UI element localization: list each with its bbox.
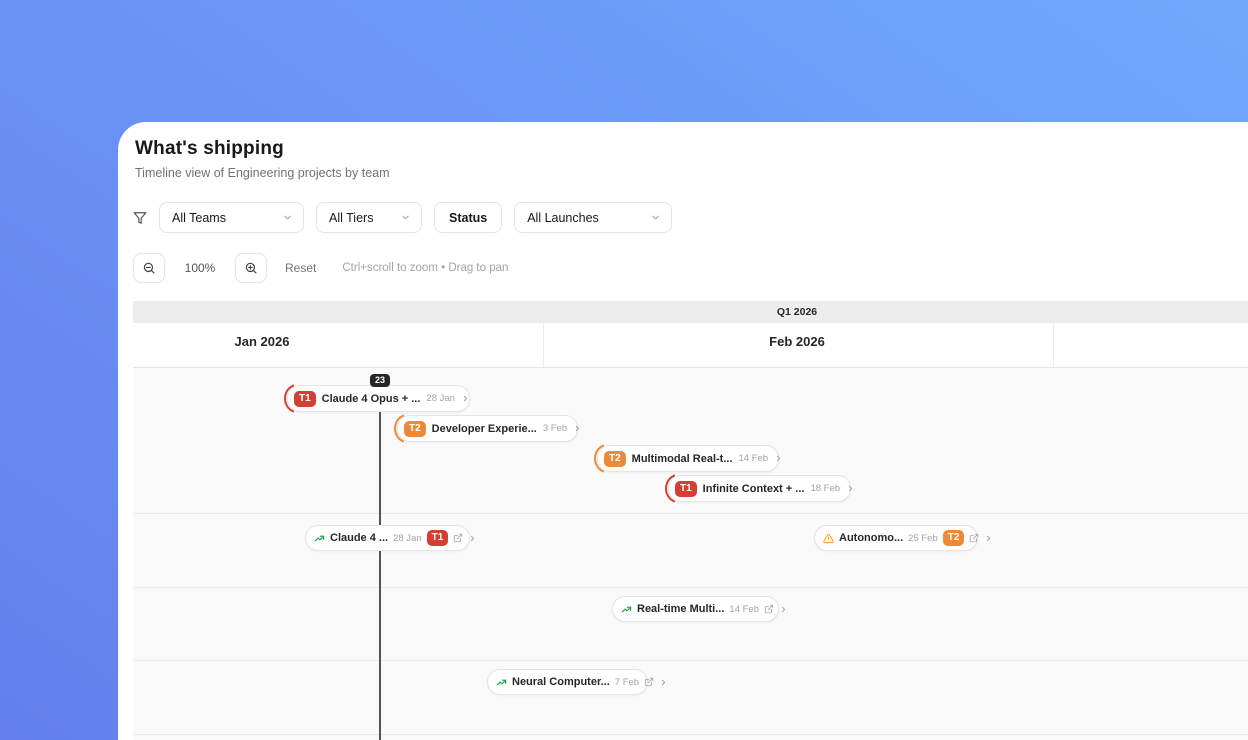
- whats-shipping-panel: What's shipping Timeline view of Enginee…: [118, 122, 1248, 740]
- project-pill-multimodal-realtime[interactable]: T2 Multimodal Real-t... 14 Feb: [594, 444, 781, 473]
- chevron-down-icon: [400, 212, 411, 223]
- tier-badge: T2: [942, 530, 965, 546]
- tier-badge: T2: [404, 420, 426, 437]
- zoom-in-button[interactable]: [235, 253, 267, 283]
- today-marker-line: [379, 375, 381, 740]
- quarter-header: Q1 2026: [133, 301, 1248, 323]
- teams-filter-value: All Teams: [172, 210, 226, 225]
- zoom-in-icon: [244, 261, 258, 275]
- launch-date: 7 Feb: [614, 676, 640, 688]
- zoom-out-icon: [142, 261, 156, 275]
- tiers-filter-value: All Tiers: [329, 210, 374, 225]
- external-link-icon: [644, 677, 654, 687]
- status-filter-label: Status: [449, 210, 488, 225]
- funnel-icon: [133, 211, 159, 225]
- zoom-out-button[interactable]: [133, 253, 165, 283]
- quarter-label: Q1 2026: [776, 306, 818, 318]
- launch-pill-neural-computer[interactable]: Neural Computer... 7 Feb: [487, 669, 666, 695]
- launch-date: 14 Feb: [729, 603, 759, 615]
- zoom-toolbar: 100% Reset Ctrl+scroll to zoom • Drag to…: [133, 253, 1248, 283]
- trend-up-icon: [621, 604, 632, 615]
- month-header: Jan 2026 Feb 2026: [133, 323, 1248, 367]
- filter-bar: All Teams All Tiers Status All Launches: [133, 202, 1248, 233]
- launch-pill-autonomous[interactable]: Autonomo... 25 Feb T2: [814, 525, 991, 551]
- tier-badge: T1: [294, 390, 316, 407]
- chevron-right-icon: [846, 484, 855, 493]
- zoom-pan-hint: Ctrl+scroll to zoom • Drag to pan: [342, 262, 509, 274]
- launch-title: Neural Computer...: [512, 676, 610, 688]
- chevron-right-icon: [779, 605, 788, 614]
- row-separator: [133, 734, 1248, 735]
- month-label-feb: Feb 2026: [769, 334, 825, 349]
- tier-badge: T1: [426, 530, 449, 546]
- timeline-body[interactable]: T1 Claude 4 Opus + ... 28 Jan T2 Develop…: [133, 367, 1248, 740]
- timeline-canvas[interactable]: Q1 2026 Jan 2026 Feb 2026 T1 Claude 4 Op…: [133, 301, 1248, 740]
- teams-filter-dropdown[interactable]: All Teams: [159, 202, 304, 233]
- project-date: 18 Feb: [810, 483, 841, 494]
- project-date: 3 Feb: [542, 423, 568, 434]
- external-link-icon: [764, 604, 774, 614]
- external-link-icon: [453, 533, 463, 543]
- today-marker-badge: 23: [369, 374, 391, 387]
- project-title: Developer Experie...: [431, 422, 537, 435]
- launches-filter-dropdown[interactable]: All Launches: [514, 202, 673, 233]
- chevron-down-icon: [650, 212, 661, 223]
- page-subtitle: Timeline view of Engineering projects by…: [135, 166, 390, 180]
- chevron-right-icon: [659, 678, 668, 687]
- month-label-jan: Jan 2026: [234, 334, 290, 349]
- status-filter-button[interactable]: Status: [434, 202, 503, 233]
- tiers-filter-dropdown[interactable]: All Tiers: [316, 202, 422, 233]
- chevron-right-icon: [774, 454, 783, 463]
- row-separator: [133, 513, 1248, 514]
- zoom-level-value: 100%: [184, 261, 216, 275]
- project-title: Claude 4 Opus + ...: [321, 392, 421, 405]
- trend-up-icon: [496, 677, 507, 688]
- project-date: 14 Feb: [738, 453, 769, 464]
- row-separator: [133, 587, 1248, 588]
- project-title: Infinite Context + ...: [702, 482, 805, 495]
- project-pill-infinite-context[interactable]: T1 Infinite Context + ... 18 Feb: [665, 474, 853, 503]
- project-date: 28 Jan: [426, 393, 455, 404]
- chevron-right-icon: [573, 424, 582, 433]
- launch-pill-realtime-multi[interactable]: Real-time Multi... 14 Feb: [612, 596, 786, 622]
- chevron-down-icon: [282, 212, 293, 223]
- launch-title: Claude 4 ...: [330, 532, 389, 544]
- external-link-icon: [969, 533, 979, 543]
- launch-date: 25 Feb: [908, 532, 938, 544]
- project-title: Multimodal Real-t...: [631, 452, 733, 465]
- project-pill-claude-4-opus[interactable]: T1 Claude 4 Opus + ... 28 Jan: [284, 384, 470, 413]
- launch-title: Real-time Multi...: [637, 603, 725, 615]
- row-separator: [133, 660, 1248, 661]
- project-pill-developer-experience[interactable]: T2 Developer Experie... 3 Feb: [394, 414, 580, 443]
- chevron-right-icon: [461, 394, 470, 403]
- trend-up-icon: [314, 533, 325, 544]
- tier-badge: T1: [675, 480, 697, 497]
- launch-title: Autonomo...: [839, 532, 904, 544]
- warning-icon: [823, 533, 834, 544]
- page-title: What's shipping: [135, 138, 284, 159]
- reset-zoom-button[interactable]: Reset: [285, 261, 316, 275]
- chevron-right-icon: [468, 534, 477, 543]
- tier-badge: T2: [604, 450, 626, 467]
- chevron-right-icon: [984, 534, 993, 543]
- launch-pill-claude-4[interactable]: Claude 4 ... 28 Jan T1: [305, 525, 475, 551]
- launches-filter-value: All Launches: [527, 210, 599, 225]
- launch-date: 28 Jan: [393, 532, 422, 544]
